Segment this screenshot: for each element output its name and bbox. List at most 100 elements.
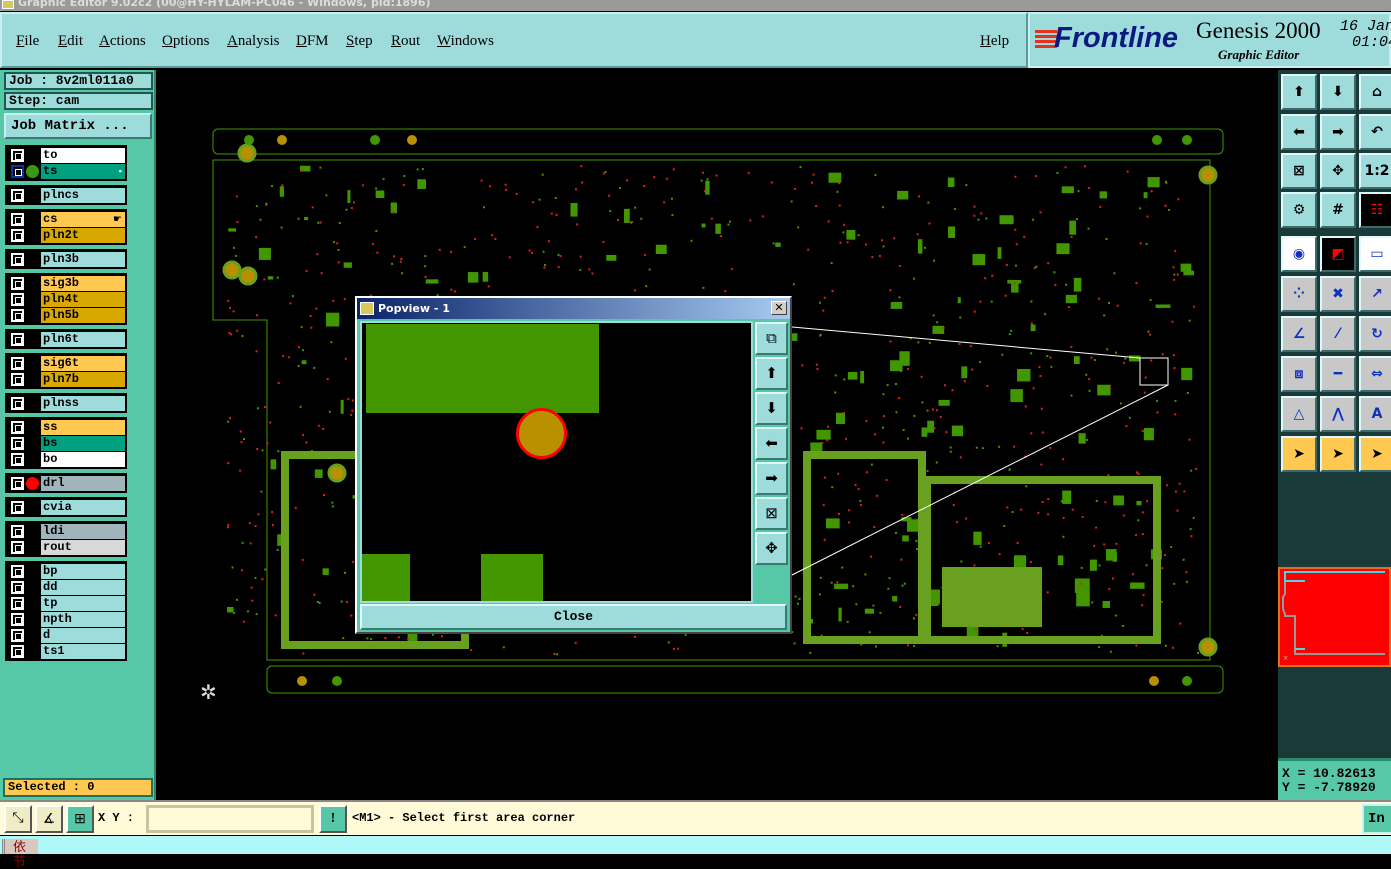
layer-name[interactable]: pln7b bbox=[41, 371, 125, 387]
zoom-out-button[interactable]: ✥ bbox=[1320, 153, 1356, 189]
layer-row-rout[interactable]: rout bbox=[7, 539, 125, 555]
popview-canvas[interactable] bbox=[360, 321, 753, 603]
split-button[interactable]: ━ bbox=[1320, 356, 1356, 392]
layer-row-ss[interactable]: ss bbox=[7, 419, 125, 435]
layer-name[interactable]: dd bbox=[41, 579, 125, 595]
feature-select-button[interactable]: ◉ bbox=[1281, 236, 1317, 272]
home-button[interactable]: ⌂ bbox=[1359, 74, 1391, 110]
grid-button[interactable]: # bbox=[1320, 192, 1356, 228]
layer-checkbox[interactable] bbox=[11, 292, 24, 306]
layer-name[interactable]: drl bbox=[41, 475, 125, 491]
layer-checkbox[interactable] bbox=[11, 540, 24, 554]
layer-row-bs[interactable]: bs bbox=[7, 435, 125, 451]
layers-display-button[interactable]: ☷ bbox=[1359, 192, 1391, 228]
layer-row-npth[interactable]: npth bbox=[7, 611, 125, 627]
layer-row-bo[interactable]: bo bbox=[7, 451, 125, 467]
select-button[interactable]: ➤ bbox=[1281, 436, 1317, 472]
menu-windows[interactable]: Windows bbox=[437, 33, 494, 50]
layer-checkbox[interactable] bbox=[11, 396, 24, 410]
pan-right-button[interactable]: ➡ bbox=[1320, 114, 1356, 150]
layer-row-pln6t[interactable]: pln6t bbox=[7, 331, 125, 347]
layer-checkbox[interactable] bbox=[11, 420, 24, 434]
move-button[interactable]: ↗ bbox=[1359, 276, 1391, 312]
layer-name[interactable]: ts bbox=[41, 163, 125, 179]
layer-row-plncs[interactable]: plncs bbox=[7, 187, 125, 203]
undo-zoom-button[interactable]: ↶ bbox=[1359, 114, 1391, 150]
menu-actions[interactable]: Actions bbox=[99, 33, 146, 50]
input-button[interactable]: In bbox=[1362, 804, 1391, 834]
layer-row-drl[interactable]: drl bbox=[7, 475, 125, 491]
menu-help[interactable]: Help bbox=[980, 33, 1009, 50]
pan-left-button[interactable]: ⬅ bbox=[1281, 114, 1317, 150]
popview-close-button[interactable]: Close bbox=[360, 604, 787, 630]
layer-row-cs[interactable]: cs ☛ bbox=[7, 211, 125, 227]
layer-row-pln3b[interactable]: pln3b bbox=[7, 251, 125, 267]
layer-name[interactable]: pln5b bbox=[41, 307, 125, 323]
menu-file[interactable]: File bbox=[16, 33, 39, 50]
layer-name[interactable]: d bbox=[41, 627, 125, 643]
layer-checkbox[interactable] bbox=[11, 628, 24, 642]
layer-row-tp[interactable]: tp bbox=[7, 595, 125, 611]
popview-pan-left-button[interactable]: ⬅ bbox=[755, 427, 788, 460]
layer-row-cvia[interactable]: cvia bbox=[7, 499, 125, 515]
layer-name[interactable]: plncs bbox=[41, 187, 125, 203]
layer-checkbox[interactable] bbox=[11, 148, 24, 162]
layer-checkbox[interactable] bbox=[11, 356, 24, 370]
layer-row-ts[interactable]: ts ▪ bbox=[7, 163, 125, 179]
popview-title-bar[interactable]: Popview - 1 ✕ bbox=[357, 298, 790, 319]
layer-display-indicator-icon[interactable] bbox=[26, 164, 39, 178]
layer-name[interactable]: to bbox=[41, 147, 125, 163]
layer-name[interactable]: pln6t bbox=[41, 331, 125, 347]
layer-checkbox[interactable] bbox=[11, 372, 24, 386]
popview-pan-right-button[interactable]: ➡ bbox=[755, 462, 788, 495]
rotate-button[interactable]: ↻ bbox=[1359, 316, 1391, 352]
popview-zoom-out-button[interactable]: ✥ bbox=[755, 532, 788, 565]
layer-name[interactable]: pln3b bbox=[41, 251, 125, 267]
layer-row-pln4t[interactable]: pln4t bbox=[7, 291, 125, 307]
layer-display-indicator-icon[interactable] bbox=[26, 476, 39, 490]
popview-close-x-button[interactable]: ✕ bbox=[771, 301, 787, 315]
overview-preview[interactable]: × bbox=[1278, 567, 1391, 667]
layer-row-ldi[interactable]: ldi bbox=[7, 523, 125, 539]
delete-button[interactable]: ✖ bbox=[1320, 276, 1356, 312]
popview-zoom-back-button[interactable]: ⧉ bbox=[755, 322, 788, 355]
layer-row-pln2t[interactable]: pln2t bbox=[7, 227, 125, 243]
popview-pan-up-button[interactable]: ⬆ bbox=[755, 357, 788, 390]
layer-name[interactable]: rout bbox=[41, 539, 125, 555]
layer-row-plnss[interactable]: plnss bbox=[7, 395, 125, 411]
job-matrix-button[interactable]: Job Matrix ... bbox=[4, 113, 152, 139]
popview-zoom-in-button[interactable]: ⊠ bbox=[755, 497, 788, 530]
polygon-button[interactable]: △ bbox=[1281, 396, 1317, 432]
layer-checkbox[interactable] bbox=[11, 436, 24, 450]
layer-row-pln7b[interactable]: pln7b bbox=[7, 371, 125, 387]
layer-name[interactable]: ldi bbox=[41, 523, 125, 539]
menu-edit[interactable]: Edit bbox=[58, 33, 83, 50]
layer-checkbox[interactable] bbox=[11, 612, 24, 626]
layer-checkbox[interactable] bbox=[11, 252, 24, 266]
layer-name[interactable]: plnss bbox=[41, 395, 125, 411]
copy-button[interactable]: ⧈ bbox=[1281, 356, 1317, 392]
layer-name[interactable]: ts1 bbox=[41, 643, 125, 659]
layer-row-pln5b[interactable]: pln5b bbox=[7, 307, 125, 323]
measure-button[interactable]: ▭ bbox=[1359, 236, 1391, 272]
surface-button[interactable]: A bbox=[1359, 396, 1391, 432]
layer-checkbox[interactable] bbox=[11, 580, 24, 594]
arc-button[interactable]: ⋀ bbox=[1320, 396, 1356, 432]
layer-checkbox[interactable] bbox=[11, 644, 24, 658]
layer-checkbox[interactable] bbox=[11, 212, 24, 226]
layer-name[interactable]: pln2t bbox=[41, 227, 125, 243]
popview-pan-down-button[interactable]: ⬇ bbox=[755, 392, 788, 425]
layer-name[interactable]: sig3b bbox=[41, 275, 125, 291]
zoom-in-button[interactable]: ⊠ bbox=[1281, 153, 1317, 189]
menu-dfm[interactable]: DFM bbox=[296, 33, 329, 50]
resize-button[interactable]: ⇔ bbox=[1359, 356, 1391, 392]
angle-button[interactable]: ∡ bbox=[35, 805, 63, 833]
settings-button[interactable]: ⚙ bbox=[1281, 192, 1317, 228]
snap-diagonal-button[interactable]: ⤡ bbox=[4, 805, 32, 833]
zoom-1-2-button[interactable]: 1:2 bbox=[1359, 153, 1391, 189]
taskbar-item[interactable]: 依节 bbox=[2, 839, 38, 869]
layer-checkbox[interactable] bbox=[11, 308, 24, 322]
layer-row-d[interactable]: d bbox=[7, 627, 125, 643]
layer-checkbox[interactable] bbox=[11, 476, 24, 490]
layer-name[interactable]: npth bbox=[41, 611, 125, 627]
